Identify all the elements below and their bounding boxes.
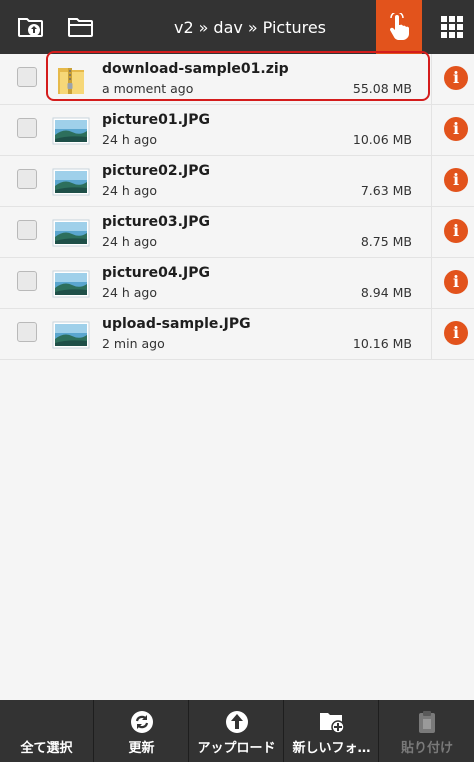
- select-checkbox[interactable]: [17, 271, 37, 291]
- info-icon[interactable]: i: [444, 168, 468, 192]
- info-icon[interactable]: i: [444, 270, 468, 294]
- file-row[interactable]: picture03.JPG 24 h ago 8.75 MB i: [0, 207, 474, 258]
- top-toolbar: v2 » dav » Pictures: [0, 0, 474, 54]
- paste-label: 貼り付け: [400, 741, 453, 756]
- divider: [431, 207, 432, 257]
- new-folder-label: 新しいフォ…: [292, 741, 371, 756]
- file-time: 24 h ago: [102, 234, 158, 249]
- select-checkbox[interactable]: [17, 169, 37, 189]
- breadcrumb-item-pictures: Pictures: [262, 17, 327, 37]
- file-row[interactable]: download-sample01.zip a moment ago 55.08…: [0, 54, 474, 105]
- file-time: 24 h ago: [102, 285, 158, 300]
- file-time: 2 min ago: [102, 336, 165, 351]
- select-all-label: 全て選択: [20, 741, 73, 756]
- image-file-icon: [52, 321, 90, 349]
- breadcrumb-item-v2[interactable]: v2: [174, 18, 194, 37]
- file-row[interactable]: picture01.JPG 24 h ago 10.06 MB i: [0, 105, 474, 156]
- divider: [431, 105, 432, 155]
- upload-icon: [225, 711, 248, 733]
- refresh-button[interactable]: 更新: [95, 700, 189, 762]
- folder-upload-button[interactable]: [14, 0, 48, 54]
- file-row[interactable]: upload-sample.JPG 2 min ago 10.16 MB i: [0, 309, 474, 360]
- folder-icon: [68, 18, 93, 37]
- file-name[interactable]: picture01.JPG: [102, 112, 210, 128]
- folder-upload-icon: [18, 18, 43, 37]
- breadcrumb-separator: »: [198, 17, 209, 37]
- file-time: a moment ago: [102, 81, 194, 96]
- file-time: 24 h ago: [102, 132, 158, 147]
- file-list: download-sample01.zip a moment ago 55.08…: [0, 54, 474, 360]
- info-icon[interactable]: i: [444, 66, 468, 90]
- file-name[interactable]: picture04.JPG: [102, 265, 210, 281]
- breadcrumb-item-dav[interactable]: dav: [213, 18, 242, 37]
- file-name[interactable]: picture02.JPG: [102, 163, 210, 179]
- file-size: 10.16 MB: [352, 336, 412, 351]
- paste-button[interactable]: 貼り付け: [380, 700, 474, 762]
- image-file-icon: [52, 168, 90, 196]
- upload-label: アップロード: [197, 741, 276, 756]
- refresh-icon: [130, 711, 153, 733]
- image-file-icon: [52, 117, 90, 145]
- file-time: 24 h ago: [102, 183, 158, 198]
- new-folder-icon: [319, 713, 345, 734]
- select-checkbox[interactable]: [17, 118, 37, 138]
- zip-folder-icon: [58, 68, 84, 94]
- file-size: 10.06 MB: [352, 132, 412, 147]
- file-size: 8.94 MB: [360, 285, 412, 300]
- info-icon[interactable]: i: [444, 321, 468, 345]
- select-checkbox[interactable]: [17, 67, 37, 87]
- info-icon[interactable]: i: [444, 117, 468, 141]
- select-checkbox[interactable]: [17, 322, 37, 342]
- breadcrumb: v2 » dav » Pictures: [130, 0, 370, 54]
- select-checkbox[interactable]: [17, 220, 37, 240]
- divider: [431, 54, 432, 104]
- file-row[interactable]: picture04.JPG 24 h ago 8.94 MB i: [0, 258, 474, 309]
- divider: [431, 309, 432, 359]
- grid-menu-button[interactable]: [430, 0, 474, 54]
- image-file-icon: [52, 270, 90, 298]
- divider: [431, 258, 432, 308]
- bottom-toolbar: 全て選択 更新 アップロード 新しいフォ… 貼り付け: [0, 700, 474, 762]
- file-name[interactable]: picture03.JPG: [102, 214, 210, 230]
- file-row[interactable]: picture02.JPG 24 h ago 7.63 MB i: [0, 156, 474, 207]
- upload-button[interactable]: アップロード: [190, 700, 284, 762]
- grid-menu-icon: [441, 16, 463, 38]
- breadcrumb-separator: »: [247, 17, 258, 37]
- folder-button[interactable]: [64, 0, 98, 54]
- touch-mode-button[interactable]: [376, 0, 422, 54]
- clipboard-icon: [419, 711, 435, 733]
- image-file-icon: [52, 219, 90, 247]
- info-icon[interactable]: i: [444, 219, 468, 243]
- divider: [431, 156, 432, 206]
- refresh-label: 更新: [128, 741, 155, 756]
- file-size: 55.08 MB: [352, 81, 412, 96]
- select-all-button[interactable]: 全て選択: [0, 700, 94, 762]
- file-name[interactable]: download-sample01.zip: [102, 61, 289, 77]
- new-folder-button[interactable]: 新しいフォ…: [285, 700, 379, 762]
- file-size: 8.75 MB: [360, 234, 412, 249]
- file-size: 7.63 MB: [360, 183, 412, 198]
- touch-hand-icon: [389, 13, 409, 40]
- file-name[interactable]: upload-sample.JPG: [102, 316, 251, 332]
